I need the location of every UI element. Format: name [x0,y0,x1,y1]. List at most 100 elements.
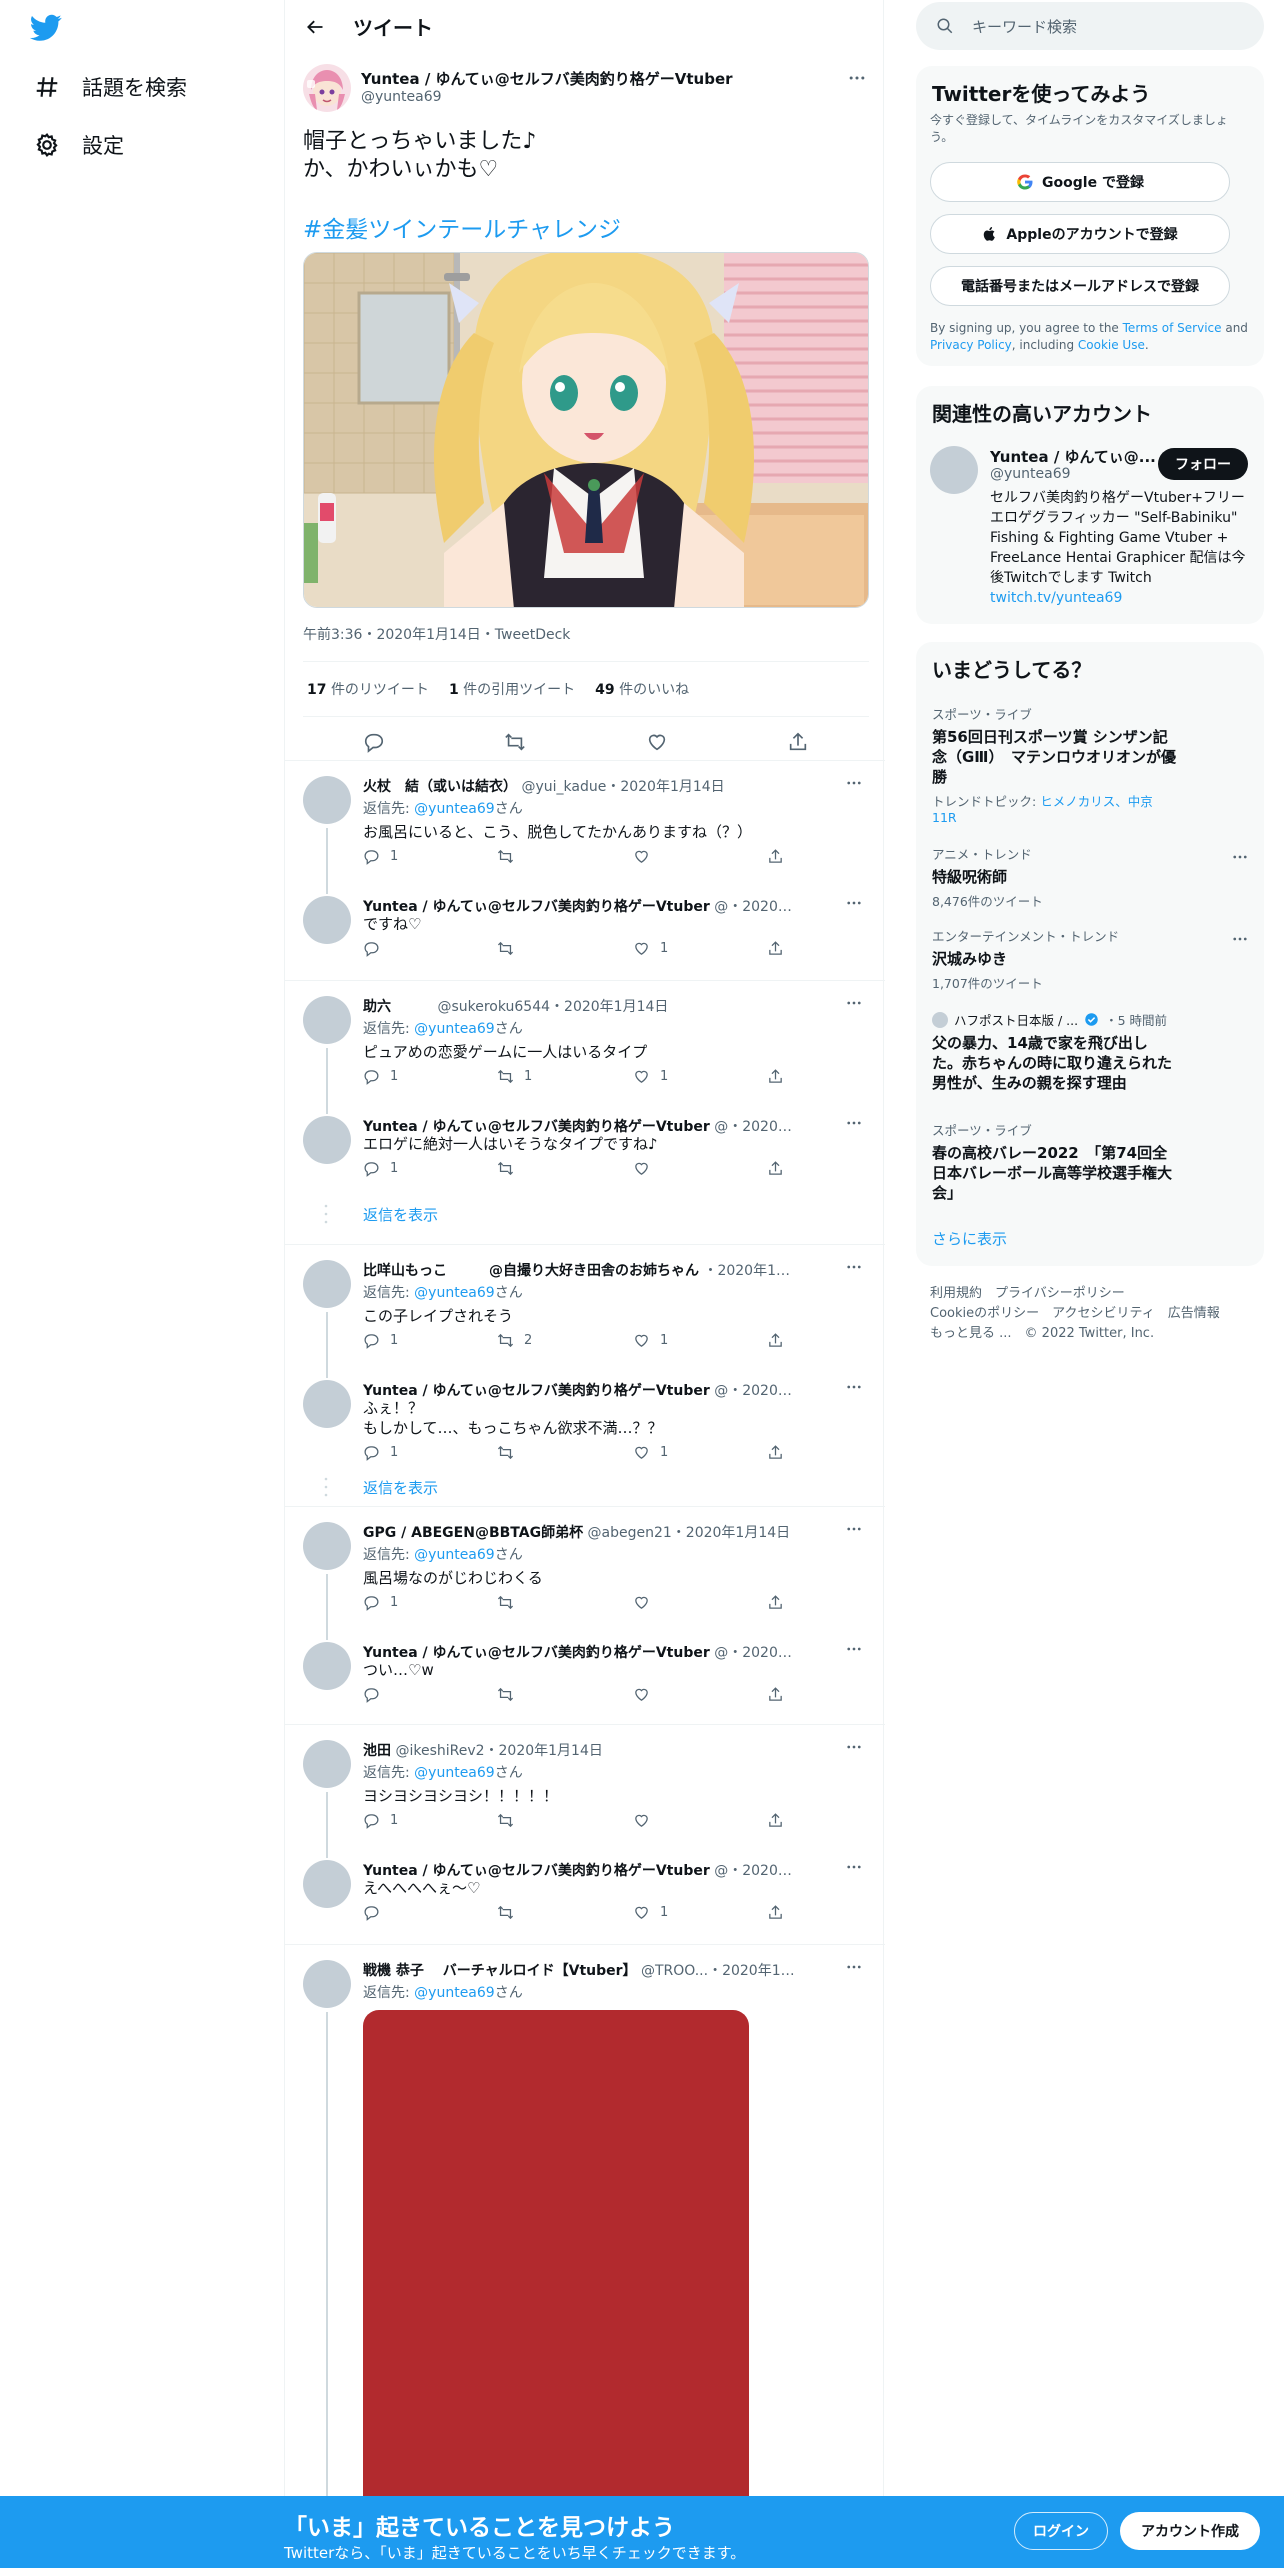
search-input[interactable]: キーワード検索 [972,16,1077,37]
more-options-icon[interactable] [845,1258,863,1276]
like-button[interactable]: 1 [633,1332,668,1349]
reply-author-name[interactable]: Yuntea / ゆんてぃ@セルフバ美肉釣り格ゲーVtuber [363,1383,710,1399]
share-icon[interactable] [787,731,809,753]
reply-button[interactable] [363,1686,390,1703]
more-options-icon[interactable] [845,894,863,912]
google-signup-button[interactable]: Google で登録 [930,162,1230,202]
more-options-icon[interactable] [845,1114,863,1132]
twitter-logo-icon[interactable] [30,14,62,42]
reply-meta[interactable]: ・2020年1月14日 [703,1263,803,1279]
like-stat[interactable]: 49 件のいいね [595,679,689,699]
retweet-button[interactable] [497,1444,524,1461]
login-button[interactable]: ログイン [1014,2512,1108,2550]
avatar[interactable] [303,1260,351,1308]
avatar[interactable] [303,896,351,944]
more-options-icon[interactable] [845,1520,863,1538]
like-button[interactable]: 1 [633,940,668,957]
like-button[interactable] [633,848,660,865]
reply-to-handle[interactable]: @yuntea69 [414,1547,495,1563]
nav-settings[interactable]: 設定 [34,125,124,165]
reply-author-name[interactable]: Yuntea / ゆんてぃ@セルフバ美肉釣り格ゲーVtuber [363,1119,710,1135]
retweet-button[interactable] [497,1160,524,1177]
retweet-button[interactable] [497,1904,524,1921]
reply-author-name[interactable]: Yuntea / ゆんてぃ@セルフバ美肉釣り格ゲーVtuber [363,1863,710,1879]
like-button[interactable] [633,1160,660,1177]
avatar[interactable] [303,1522,351,1570]
footer-cookie-link[interactable]: Cookieのポリシー [930,1306,1039,1321]
share-button[interactable] [767,940,784,957]
share-button[interactable] [767,1332,784,1349]
related-account-link[interactable]: twitch.tv/yuntea69 [990,590,1122,606]
reply-meta[interactable]: @・2020年1月14日 [714,1645,803,1661]
reply-button[interactable]: 1 [363,1812,398,1829]
like-button[interactable]: 1 [633,1444,668,1461]
more-options-icon[interactable] [845,1958,863,1976]
quote-stat[interactable]: 1 件の引用ツイート [449,679,575,699]
avatar[interactable] [303,776,351,824]
like-icon[interactable] [646,731,668,753]
follow-button[interactable]: フォロー [1158,448,1248,480]
tweet-timestamp[interactable]: 午前3:36・2020年1月14日・TweetDeck [303,624,570,644]
reply-meta[interactable]: @ikeshiRev2・2020年1月14日 [395,1743,602,1759]
back-arrow-icon[interactable] [301,13,329,41]
share-button[interactable] [767,1812,784,1829]
like-button[interactable] [633,1686,660,1703]
more-options-icon[interactable] [845,1640,863,1658]
reply-author-name[interactable]: 戦機 恭子 バーチャルロイド【Vtuber】 [363,1963,637,1979]
reply-meta[interactable]: @・2020年1月14日 [714,1863,803,1879]
retweet-button[interactable] [497,940,524,957]
signup-button[interactable]: アカウント作成 [1120,2512,1260,2550]
trend-item[interactable]: スポーツ・ライブ 第56回日刊スポーツ賞 シンザン記念（GⅢ） マテンロウオリオ… [932,704,1232,825]
reply-button[interactable] [363,940,390,957]
reply-author-name[interactable]: Yuntea / ゆんてぃ@セルフバ美肉釣り格ゲーVtuber [363,899,710,915]
retweet-button[interactable] [497,848,524,865]
reply-button[interactable]: 1 [363,1068,398,1085]
more-options-icon[interactable] [845,1378,863,1396]
avatar[interactable] [303,1860,351,1908]
trend-item[interactable]: アニメ・トレンド 特級呪術師 8,476件のツイート [932,844,1232,910]
retweet-button[interactable] [497,1812,524,1829]
trend-item[interactable]: スポーツ・ライブ 春の高校バレー2022 「第74回全日本バレーボール高等学校選… [932,1120,1232,1203]
avatar[interactable] [930,446,978,494]
reply-button[interactable]: 1 [363,1594,398,1611]
reply-meta[interactable]: @TROO...・2020年1月14日 [641,1963,803,1979]
more-options-icon[interactable] [845,774,863,792]
reply-to-handle[interactable]: @yuntea69 [414,1021,495,1037]
avatar[interactable] [303,1642,351,1690]
like-button[interactable] [633,1812,660,1829]
reply-meta[interactable]: @・2020年1月14日 [714,1383,803,1399]
like-button[interactable]: 1 [633,1904,668,1921]
avatar[interactable] [303,1960,351,2008]
reply-author-name[interactable]: GPG / ABEGEN@BBTAG師弟杯 [363,1525,583,1541]
terms-of-service-link[interactable]: Terms of Service [1123,321,1222,335]
reply-meta[interactable]: @yui_kadue・2020年1月14日 [521,779,724,795]
reply-meta[interactable]: @・2020年1月14日 [714,899,803,915]
reply-icon[interactable] [363,731,385,753]
avatar[interactable] [303,1740,351,1788]
related-account-handle[interactable]: @yuntea69 [990,466,1071,482]
share-button[interactable] [767,1904,784,1921]
reply-author-name[interactable]: 火杖 結（或いは結衣） [363,779,517,795]
phone-email-signup-button[interactable]: 電話番号またはメールアドレスで登録 [930,266,1230,306]
reply-button[interactable]: 1 [363,848,398,865]
retweet-button[interactable] [497,1594,524,1611]
reply-meta[interactable]: @abegen21・2020年1月14日 [588,1525,791,1541]
more-options-icon[interactable] [845,1738,863,1756]
reply-media[interactable] [363,2010,749,2568]
share-button[interactable] [767,1594,784,1611]
tweet-author-name[interactable]: Yuntea / ゆんてぃ@セルフバ美肉釣り格ゲーVtuber [361,68,733,89]
share-button[interactable] [767,1686,784,1703]
show-more-trends-link[interactable]: さらに表示 [932,1228,1232,1249]
reply-meta[interactable]: @sukeroku6544・2020年1月14日 [395,999,668,1015]
share-button[interactable] [767,1068,784,1085]
cookie-use-link[interactable]: Cookie Use [1078,338,1145,352]
show-replies-link[interactable]: 返信を表示 [363,1204,438,1225]
more-options-icon[interactable] [1231,930,1249,948]
retweet-stat[interactable]: 17 件のリツイート [307,679,429,699]
apple-signup-button[interactable]: Appleのアカウントで登録 [930,214,1230,254]
tweet-author-handle[interactable]: @yuntea69 [361,89,442,105]
tweet-hashtag[interactable]: #金髪ツインテールチャレンジ [303,210,621,244]
like-button[interactable]: 1 [633,1068,668,1085]
footer-privacy-link[interactable]: プライバシーポリシー [995,1286,1125,1301]
footer-terms-link[interactable]: 利用規約 [930,1286,982,1301]
